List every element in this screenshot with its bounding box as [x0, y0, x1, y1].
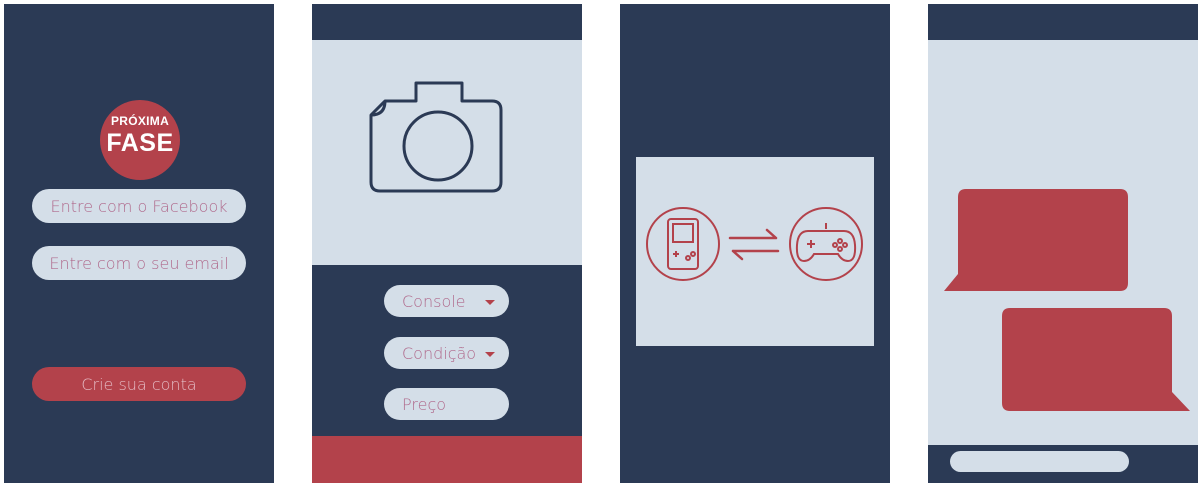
- listing-screen: Console Condição Preço: [312, 4, 582, 483]
- proxima-fase-logo: PRÓXIMA FASE: [100, 100, 180, 180]
- price-field-label: Preço: [402, 394, 447, 414]
- trade-screen: [620, 4, 890, 483]
- chat-bubble-outgoing: [1002, 308, 1190, 411]
- top-bar: [312, 4, 582, 40]
- email-login-button[interactable]: Entre com o seu email: [32, 246, 246, 280]
- photo-area[interactable]: [312, 40, 582, 265]
- gamepad-icon: [789, 207, 863, 281]
- chat-bubble-incoming: [944, 189, 1128, 291]
- condition-select[interactable]: Condição: [384, 337, 509, 369]
- handheld-console-icon: [646, 207, 720, 281]
- bottom-action-bar[interactable]: [312, 436, 582, 483]
- logo-line-2: FASE: [106, 129, 174, 157]
- login-screen: PRÓXIMA FASE Entre com o Facebook Entre …: [4, 4, 274, 483]
- exchange-arrows-icon: [728, 228, 780, 261]
- condition-select-label: Condição: [402, 343, 477, 363]
- chat-screen: [928, 4, 1198, 483]
- message-input[interactable]: [950, 451, 1129, 472]
- trade-illustration: [646, 207, 863, 281]
- create-account-button[interactable]: Crie sua conta: [32, 367, 246, 401]
- trade-panel: [636, 157, 874, 346]
- console-select[interactable]: Console: [384, 285, 509, 317]
- facebook-login-button[interactable]: Entre com o Facebook: [32, 189, 246, 223]
- camera-icon: [369, 81, 503, 193]
- chevron-down-icon: [485, 352, 495, 357]
- chat-bubbles: [944, 189, 1190, 411]
- console-select-label: Console: [402, 291, 466, 311]
- price-field[interactable]: Preço: [384, 388, 509, 420]
- chevron-down-icon: [485, 300, 495, 305]
- logo-line-1: PRÓXIMA: [110, 114, 170, 128]
